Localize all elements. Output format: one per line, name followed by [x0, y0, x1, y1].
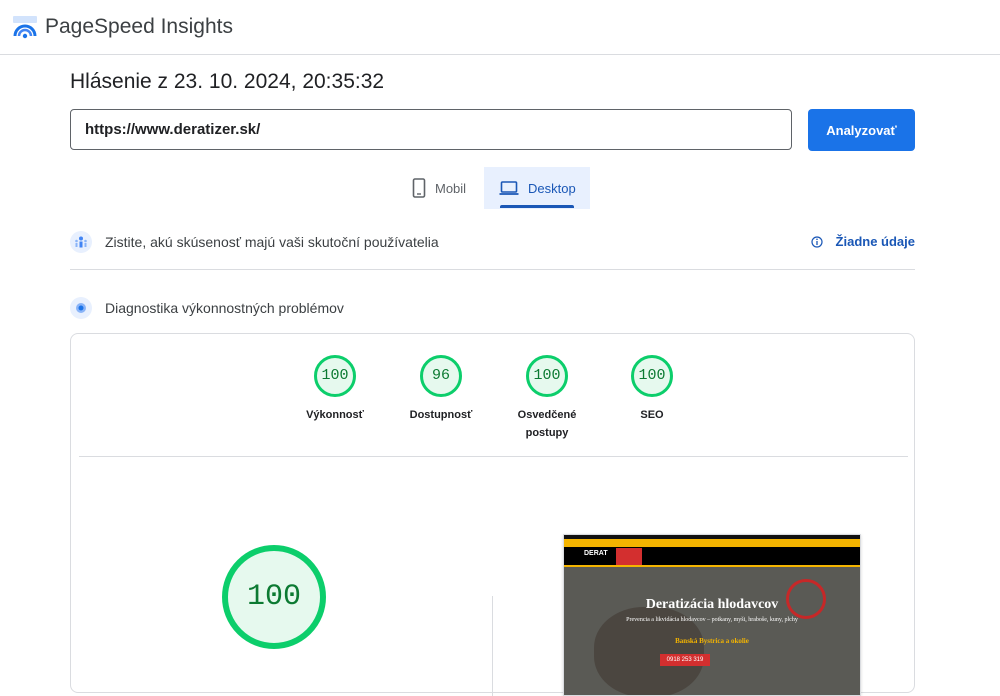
tab-mobile-label: Mobil [435, 180, 467, 196]
no-data-link[interactable]: Žiadne údaje [810, 234, 915, 249]
thumb-hero [564, 567, 860, 695]
users-icon [70, 231, 92, 253]
thumb-topbar [564, 539, 860, 547]
section-divider [70, 269, 915, 270]
thumb-divider [564, 565, 860, 567]
gauge-ring: 100 [525, 354, 569, 398]
field-data-row: Zistite, akú skúsenosť majú vaši skutočn… [70, 227, 915, 257]
thumb-nav: DERAT [564, 547, 860, 567]
scores-card: 100 Výkonnosť 96 Dostupnosť 100 Osvedčen… [70, 333, 916, 696]
tab-selected-indicator [500, 205, 574, 208]
gauge-score: 96 [431, 367, 450, 384]
laptop-icon [499, 180, 519, 196]
report-title: Hlásenie z 23. 10. 2024, 20:35:32 [70, 70, 385, 93]
gauge-accessibility[interactable]: 96 Dostupnosť [391, 354, 491, 424]
vertical-divider [492, 596, 493, 696]
thumb-logo: DERAT [584, 550, 608, 557]
url-input[interactable] [70, 109, 792, 150]
gauge-performance[interactable]: 100 Výkonnosť [285, 354, 385, 424]
diagnostics-text: Diagnostika výkonnostných problémov [105, 300, 344, 316]
page-screenshot: DERAT Deratizácia hlodavcov Prevencia a … [563, 534, 861, 696]
card-divider [79, 456, 908, 457]
thumb-phone: 0918 253 319 [660, 654, 710, 666]
diagnostics-row: Diagnostika výkonnostných problémov [70, 293, 915, 323]
gauge-label: Dostupnosť [409, 409, 473, 421]
info-icon [810, 235, 823, 248]
analyze-button[interactable]: Analyzovať [808, 109, 915, 151]
gauge-label: Výkonnosť [306, 409, 364, 421]
thumb-subtext: Prevencia a likvidácia hlodavcov – potka… [626, 617, 798, 623]
gauge-best-practices[interactable]: 100 Osvedčené postupy [497, 354, 597, 442]
gauge-score: 100 [638, 367, 666, 384]
top-bar: PageSpeed Insights [0, 0, 1000, 55]
gauge-ring: 100 [630, 354, 674, 398]
smartphone-icon [412, 178, 426, 198]
tab-desktop[interactable]: Desktop [484, 167, 590, 209]
tab-desktop-label: Desktop [528, 180, 576, 196]
thumb-heading: Deratizácia hlodavcov [645, 597, 779, 612]
thumb-city: Banská Bystrica a okolie [675, 637, 749, 645]
tab-mobile[interactable]: Mobil [395, 167, 484, 209]
gauge-label: SEO [640, 409, 664, 421]
pagespeed-logo-icon[interactable] [12, 14, 38, 40]
big-score: 100 [246, 580, 301, 614]
field-data-text: Zistite, akú skúsenosť majú vaši skutočn… [105, 234, 439, 250]
gauge-score: 100 [321, 367, 349, 384]
thumb-logo-badge [616, 548, 642, 565]
performance-big-gauge: 100 [221, 544, 327, 650]
gauge-label: Osvedčené postupy [517, 409, 577, 439]
no-data-label: Žiadne údaje [835, 234, 915, 249]
gauge-ring: 96 [419, 354, 463, 398]
category-gauges: 100 Výkonnosť 96 Dostupnosť 100 Osvedčen… [71, 334, 916, 454]
lab-icon [70, 297, 92, 319]
gauge-seo[interactable]: 100 SEO [602, 354, 702, 424]
gauge-score: 100 [533, 367, 561, 384]
app-title[interactable]: PageSpeed Insights [45, 15, 233, 39]
gauge-ring: 100 [313, 354, 357, 398]
